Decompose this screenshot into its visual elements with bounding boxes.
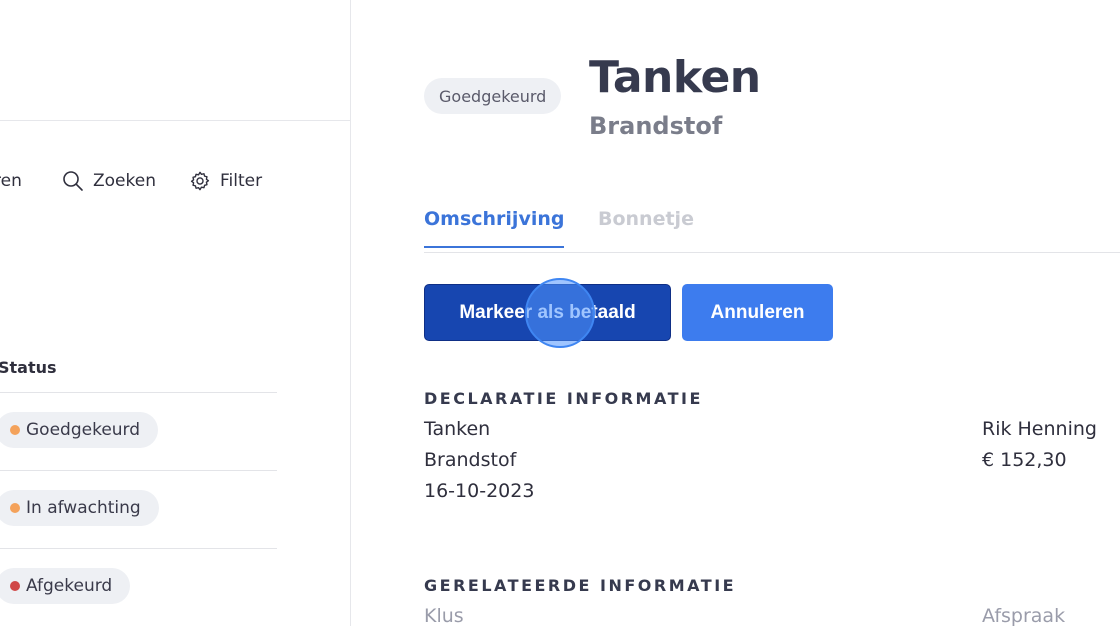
- status-label: Afgekeurd: [26, 576, 113, 596]
- related-info-heading: GERELATEERDE INFORMATIE: [424, 576, 737, 595]
- list-toolbar: ren Zoeken Filter: [0, 168, 350, 194]
- divider: [0, 470, 277, 471]
- related-afspraak-label: Afspraak: [982, 605, 1066, 626]
- filter-button[interactable]: Filter: [189, 168, 262, 194]
- declaration-person: Rik Henning: [982, 418, 1097, 440]
- toolbar-partial-label: ren: [0, 171, 22, 191]
- detail-tabs: Omschrijving Bonnetje: [424, 200, 1120, 253]
- declaration-info-heading: DECLARATIE INFORMATIE: [424, 389, 703, 408]
- list-header-area: [0, 0, 350, 121]
- cancel-button[interactable]: Annuleren: [682, 284, 833, 341]
- status-badge-rejected[interactable]: Afgekeurd: [0, 568, 131, 604]
- search-button[interactable]: Zoeken: [62, 168, 156, 194]
- status-badge: Goedgekeurd: [424, 78, 562, 114]
- list-panel: ren Zoeken Filter: [0, 0, 351, 626]
- mark-as-paid-button[interactable]: Markeer als betaald: [424, 284, 671, 341]
- declaration-category: Brandstof: [424, 449, 517, 471]
- tab-bonnetje[interactable]: Bonnetje: [598, 208, 694, 230]
- page-title: Tanken: [589, 52, 761, 103]
- related-klus-label: Klus: [424, 605, 464, 626]
- page-subtitle: Brandstof: [589, 112, 723, 140]
- divider: [0, 392, 277, 393]
- gear-icon: [189, 170, 211, 192]
- divider: [0, 548, 277, 549]
- status-dot: [10, 425, 20, 435]
- status-dot: [10, 503, 20, 513]
- status-badge-pending[interactable]: In afwachting: [0, 490, 159, 526]
- status-dot: [10, 581, 20, 591]
- declaration-amount: € 152,30: [982, 449, 1067, 471]
- toolbar-partial-button[interactable]: ren: [0, 168, 22, 194]
- status-label: In afwachting: [26, 498, 141, 518]
- declaration-date: 16-10-2023: [424, 480, 535, 502]
- status-column-header: Status: [0, 358, 57, 377]
- status-badge-approved[interactable]: Goedgekeurd: [0, 412, 159, 448]
- filter-label: Filter: [220, 171, 263, 191]
- search-icon: [62, 170, 84, 192]
- tab-omschrijving[interactable]: Omschrijving: [424, 208, 565, 248]
- status-label: Goedgekeurd: [26, 420, 141, 440]
- search-label: Zoeken: [93, 171, 156, 191]
- declaration-name: Tanken: [424, 418, 491, 440]
- app-screen: ren Zoeken Filter: [0, 0, 1120, 626]
